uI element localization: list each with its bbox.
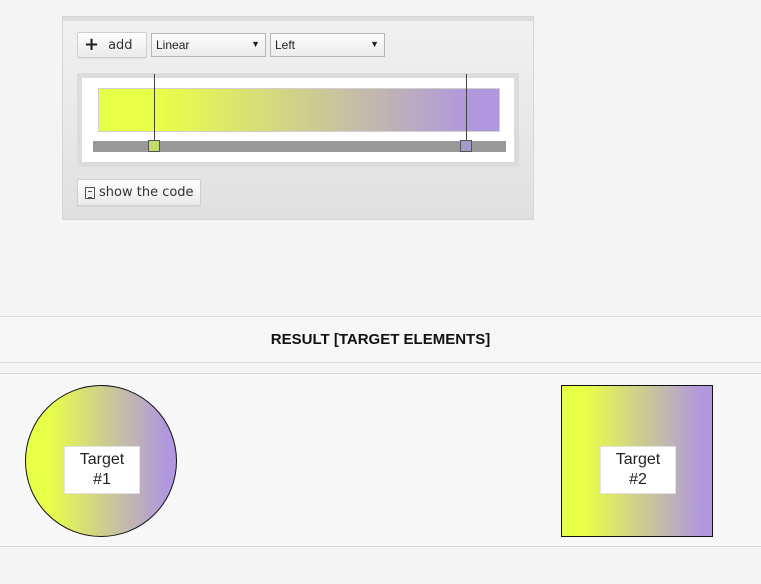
add-button-label: add (108, 37, 133, 53)
target-label-line: Target (79, 451, 125, 468)
gradient-editor-panel: + add Linear ▼ Left ▼ show the code (62, 16, 534, 220)
dropdown-arrow-icon: ▼ (251, 39, 260, 49)
gradient-type-value: Linear (156, 38, 190, 52)
result-heading: RESULT [TARGET ELEMENTS] (0, 316, 761, 363)
gradient-direction-select[interactable]: Left ▼ (270, 33, 385, 57)
target-element-2: Target #2 (561, 385, 713, 537)
target-label-1: Target #1 (64, 446, 140, 494)
gradient-stage (77, 73, 519, 167)
target-label-number: #1 (93, 471, 111, 488)
show-code-label: show the code (99, 185, 194, 200)
target-label-2: Target #2 (600, 446, 676, 494)
color-stop-handle-2[interactable] (460, 140, 472, 152)
plus-icon: + (84, 34, 100, 55)
stop-guide-line (466, 74, 467, 148)
show-code-button[interactable]: show the code (77, 179, 201, 206)
dropdown-arrow-icon: ▼ (370, 39, 379, 49)
add-stop-button[interactable]: + add (77, 32, 147, 58)
result-heading-text: RESULT [TARGET ELEMENTS] (270, 331, 491, 348)
gradient-preview (98, 88, 500, 132)
gradient-type-select[interactable]: Linear ▼ (151, 33, 266, 57)
target-label-number: #2 (629, 471, 647, 488)
color-stop-handle-1[interactable] (148, 140, 160, 152)
result-area: Target #1 Target #2 (0, 373, 761, 547)
document-icon (85, 186, 95, 199)
target-label-line: Target (615, 451, 661, 468)
target-element-1: Target #1 (25, 385, 177, 537)
gradient-direction-value: Left (275, 38, 296, 52)
stop-guide-line (154, 74, 155, 148)
